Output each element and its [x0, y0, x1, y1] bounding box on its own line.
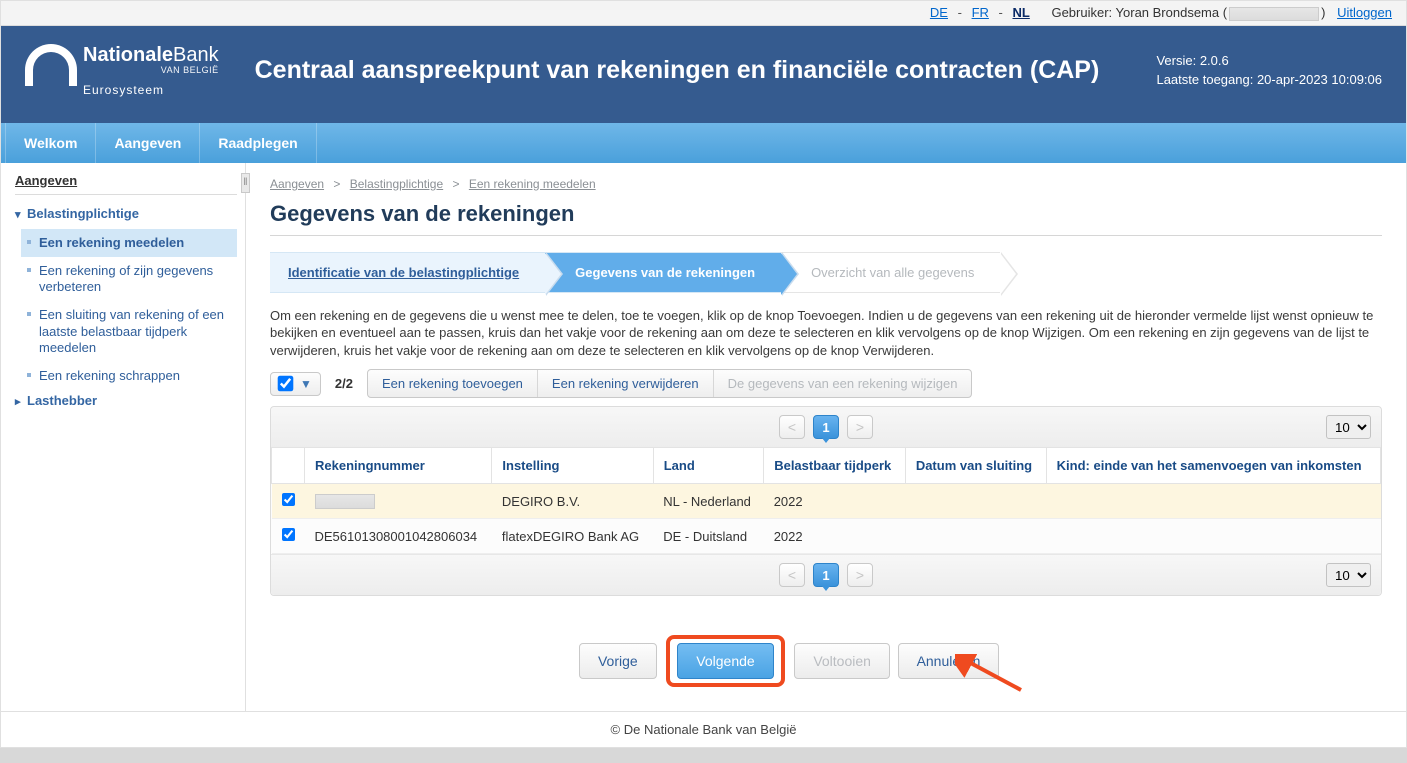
tab-welkom[interactable]: Welkom — [5, 123, 96, 163]
sidebar-node-lasthebber[interactable]: Lasthebber — [15, 390, 237, 416]
col-number[interactable]: Rekeningnummer — [305, 448, 492, 484]
lang-nl-link[interactable]: NL — [1012, 5, 1029, 20]
breadcrumb: Aangeven > Belastingplichtige > Een reke… — [270, 177, 1382, 191]
cell-kind — [1046, 519, 1380, 554]
accounts-table: Rekeningnummer Instelling Land Belastbaa… — [271, 447, 1381, 554]
footer-copyright: © De Nationale Bank van België — [1, 711, 1406, 747]
remove-account-button[interactable]: Een rekening verwijderen — [538, 370, 714, 397]
cell-kind — [1046, 484, 1380, 519]
cell-closed — [905, 519, 1046, 554]
select-all-checkbox[interactable] — [278, 376, 294, 392]
user-redacted-info: () — [1223, 5, 1326, 20]
page-size-select-bottom[interactable]: 10 — [1326, 563, 1371, 587]
cell-period: 2022 — [764, 484, 906, 519]
user-label: Gebruiker: Yoran Brondsema () — [1051, 5, 1329, 20]
sidebar-node-belastingplichtige[interactable]: Belastingplichtige — [15, 203, 237, 229]
app-title: Centraal aanspreekpunt van rekeningen en… — [255, 56, 1157, 85]
cell-inst: flatexDEGIRO Bank AG — [492, 519, 653, 554]
crumb-belastingplichtige[interactable]: Belastingplichtige — [350, 177, 443, 191]
sidebar: ‖ Aangeven Belastingplichtige Een rekeni… — [1, 163, 246, 712]
select-all-control[interactable]: ▼ — [270, 372, 321, 396]
top-bar: DE - FR - NL Gebruiker: Yoran Brondsema … — [1, 1, 1406, 26]
accounts-table-panel: < 1 > 10 Rekeningnummer Instelling Land — [270, 406, 1382, 596]
pager-current-page[interactable]: 1 — [813, 415, 839, 439]
tab-raadplegen[interactable]: Raadplegen — [200, 123, 316, 163]
header-banner: NationaleBank VAN BELGIË Eurosysteem Cen… — [1, 26, 1406, 123]
row-checkbox[interactable] — [282, 493, 295, 506]
bank-logo: NationaleBank VAN BELGIË Eurosysteem — [25, 44, 219, 97]
page-title: Gegevens van de rekeningen — [270, 201, 1382, 236]
instructions-text: Om een rekening en de gegevens die u wen… — [270, 307, 1382, 360]
pager-next-button: > — [847, 563, 873, 587]
add-account-button[interactable]: Een rekening toevoegen — [368, 370, 538, 397]
cell-number: DE56101308001042806034 — [305, 519, 492, 554]
select-menu-caret-icon[interactable]: ▼ — [300, 377, 312, 391]
col-period[interactable]: Belastbaar tijdperk — [764, 448, 906, 484]
pager-prev-button: < — [779, 563, 805, 587]
cell-number — [305, 484, 492, 519]
logout-link[interactable]: Uitloggen — [1337, 5, 1392, 20]
wizard-actions: Vorige Volgende Voltooien Annuleren — [270, 626, 1382, 687]
logo-arch-icon — [25, 44, 77, 86]
redacted-value — [315, 494, 375, 509]
wizard-step-2[interactable]: Gegevens van de rekeningen — [545, 252, 781, 293]
pager-prev-button: < — [779, 415, 805, 439]
pager-top: < 1 > 10 — [271, 407, 1381, 447]
sidebar-collapse-handle[interactable]: ‖ — [241, 173, 250, 193]
annotation-highlight: Volgende — [666, 635, 784, 687]
table-row[interactable]: DE56101308001042806034 flatexDEGIRO Bank… — [272, 519, 1381, 554]
page-size-select-top[interactable]: 10 — [1326, 415, 1371, 439]
wizard-step-3: Overzicht van alle gegevens — [781, 252, 1000, 293]
crumb-meedelen[interactable]: Een rekening meedelen — [469, 177, 596, 191]
col-closed[interactable]: Datum van sluiting — [905, 448, 1046, 484]
sidebar-heading: Aangeven — [15, 173, 237, 195]
cell-period: 2022 — [764, 519, 906, 554]
sidebar-item-schrappen[interactable]: Een rekening schrappen — [21, 362, 237, 390]
table-row[interactable]: DEGIRO B.V. NL - Nederland 2022 — [272, 484, 1381, 519]
main-content: Aangeven > Belastingplichtige > Een reke… — [246, 163, 1406, 712]
crumb-aangeven[interactable]: Aangeven — [270, 177, 324, 191]
sidebar-item-sluiting[interactable]: Een sluiting van rekening of een laatste… — [21, 301, 237, 362]
edit-account-button: De gegevens van een rekening wijzigen — [714, 370, 972, 397]
annotation-arrow-icon — [955, 654, 1025, 694]
banner-meta: Versie: 2.0.6 Laatste toegang: 20-apr-20… — [1156, 51, 1382, 90]
cell-closed — [905, 484, 1046, 519]
col-inst[interactable]: Instelling — [492, 448, 653, 484]
next-button[interactable]: Volgende — [677, 643, 773, 679]
wizard-steps: Identificatie van de belastingplichtige … — [270, 252, 1382, 293]
cell-country: NL - Nederland — [653, 484, 763, 519]
sidebar-item-verbeteren[interactable]: Een rekening of zijn gegevens verbeteren — [21, 257, 237, 302]
tab-aangeven[interactable]: Aangeven — [96, 123, 200, 163]
pager-bottom: < 1 > 10 — [271, 554, 1381, 595]
sidebar-item-meedelen[interactable]: Een rekening meedelen — [21, 229, 237, 257]
prev-button[interactable]: Vorige — [579, 643, 657, 679]
row-checkbox[interactable] — [282, 528, 295, 541]
cell-inst: DEGIRO B.V. — [492, 484, 653, 519]
finish-button: Voltooien — [794, 643, 890, 679]
table-toolbar: ▼ 2/2 Een rekening toevoegen Een rekenin… — [270, 369, 1382, 398]
pager-current-page[interactable]: 1 — [813, 563, 839, 587]
wizard-step-1[interactable]: Identificatie van de belastingplichtige — [270, 252, 545, 293]
col-country[interactable]: Land — [653, 448, 763, 484]
main-tabs: Welkom Aangeven Raadplegen — [1, 123, 1406, 163]
pager-next-button: > — [847, 415, 873, 439]
lang-de-link[interactable]: DE — [930, 5, 948, 20]
cell-country: DE - Duitsland — [653, 519, 763, 554]
lang-fr-link[interactable]: FR — [972, 5, 989, 20]
selection-counter: 2/2 — [335, 376, 353, 391]
col-kind[interactable]: Kind: einde van het samenvoegen van inko… — [1046, 448, 1380, 484]
